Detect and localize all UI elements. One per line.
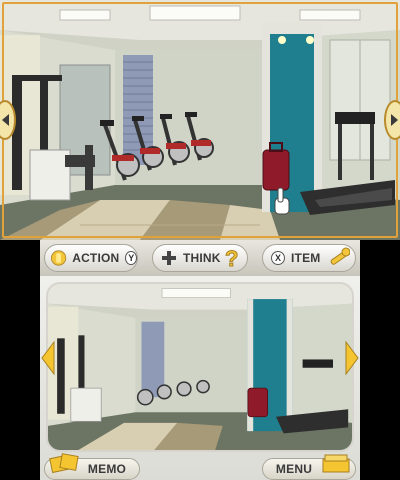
nav-right-button[interactable] <box>384 100 400 140</box>
hand-icon <box>51 250 67 266</box>
gym-scene-bottom[interactable] <box>48 284 352 450</box>
memo-label: MEMO <box>87 462 127 476</box>
action-label: ACTION <box>72 251 120 265</box>
question-mark-icon: ? <box>224 246 238 270</box>
item-label: ITEM <box>291 251 321 265</box>
dpad-icon <box>162 251 176 265</box>
wrench-icon <box>331 247 351 265</box>
menu-label: MENU <box>275 462 313 476</box>
bottom-bar: MEMO MENU <box>40 453 360 480</box>
memo-button[interactable]: MEMO <box>44 453 140 480</box>
bottom-screen: ACTION Y THINK ? X ITEM MEMO MENU <box>40 240 360 480</box>
toolbar: ACTION Y THINK ? X ITEM <box>40 240 360 276</box>
key-x-badge: X <box>271 251 285 265</box>
ceiling-light <box>59 9 111 21</box>
scene-viewport[interactable] <box>46 282 354 452</box>
scene-left-arrow-icon[interactable] <box>40 340 56 376</box>
memo-notes-icon <box>49 453 79 473</box>
item-button[interactable]: X ITEM <box>262 244 356 272</box>
menu-button[interactable]: MENU <box>262 454 356 480</box>
top-screen-scene[interactable] <box>0 0 400 240</box>
red-suitcase[interactable] <box>262 142 290 191</box>
chevron-right-icon <box>391 114 398 126</box>
svg-text:?: ? <box>225 246 238 270</box>
chevron-left-icon <box>2 114 9 126</box>
ceiling-light <box>299 9 361 21</box>
menu-folder-icon <box>322 454 350 473</box>
gym-scene-top[interactable] <box>0 0 400 240</box>
scene-right-arrow-icon[interactable] <box>344 340 360 376</box>
key-y-badge: Y <box>125 251 137 265</box>
think-button[interactable]: THINK ? <box>152 244 248 272</box>
ceiling-light <box>149 5 241 21</box>
action-button[interactable]: ACTION Y <box>44 244 138 272</box>
think-label: THINK <box>183 251 221 265</box>
